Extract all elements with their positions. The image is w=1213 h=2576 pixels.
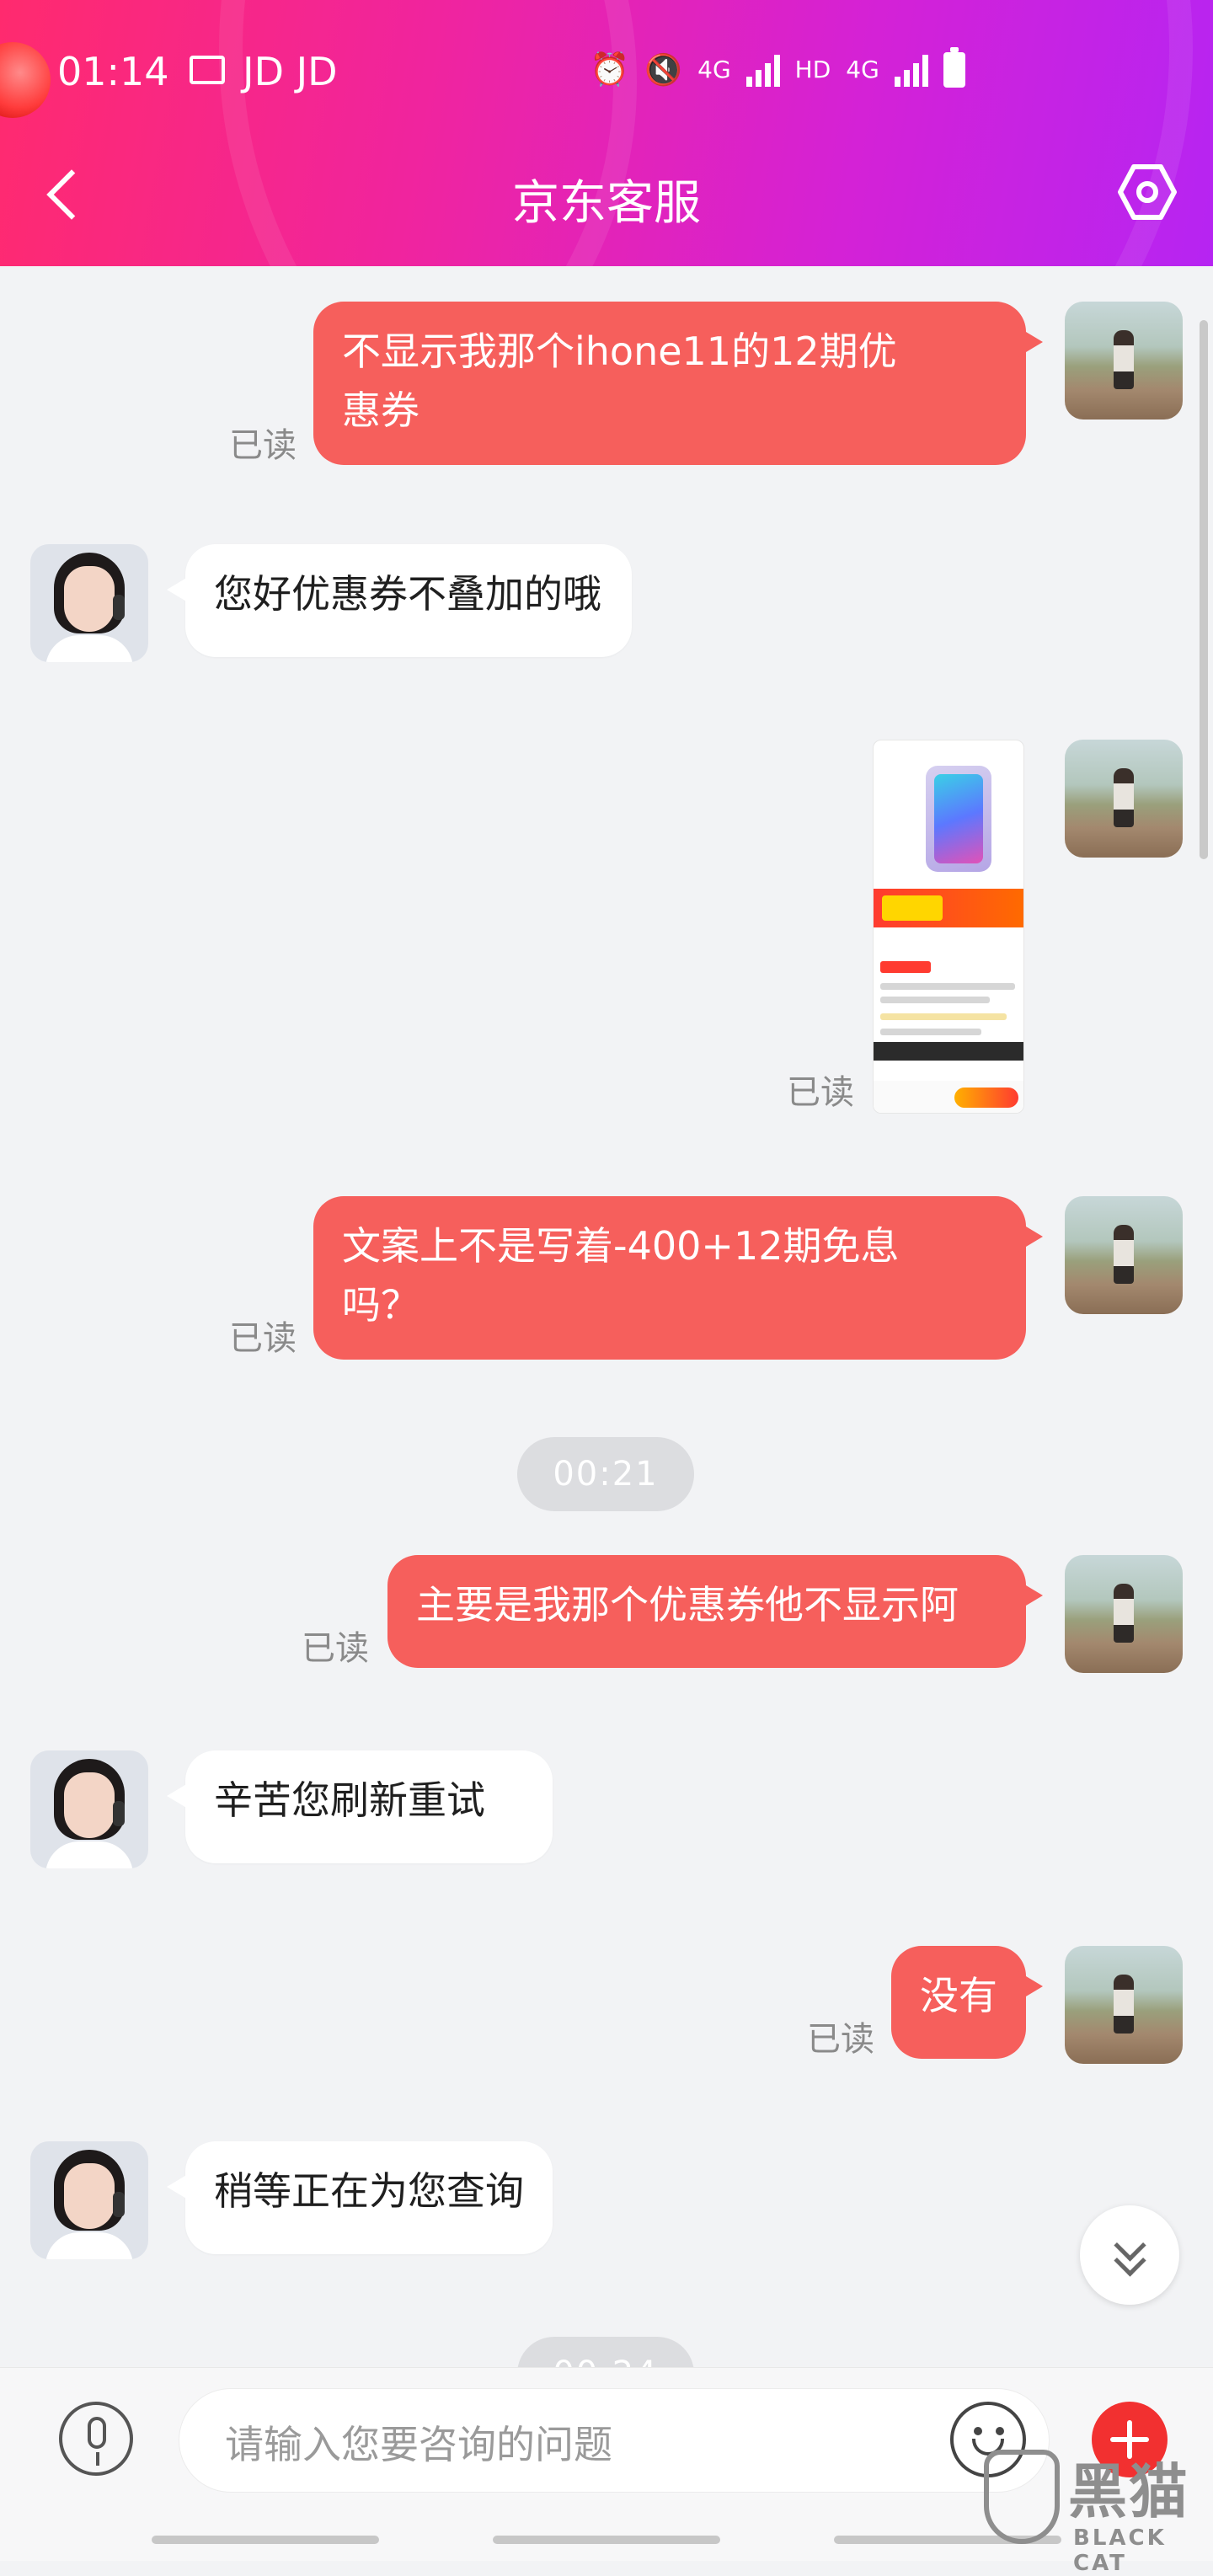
- watermark-subtext: BLACK CAT: [1073, 2525, 1167, 2576]
- network-type-2: 4G: [846, 56, 879, 83]
- agent-avatar[interactable]: [30, 2141, 148, 2259]
- text-line: [880, 997, 990, 1003]
- phone-screen: [934, 774, 983, 863]
- user-avatar[interactable]: [1065, 1555, 1183, 1673]
- product-screenshot-image[interactable]: [873, 740, 1024, 1114]
- gesture-handle[interactable]: [493, 2536, 720, 2544]
- signal-icon: [745, 53, 780, 87]
- gesture-handle[interactable]: [152, 2536, 379, 2544]
- user-avatar[interactable]: [1065, 1946, 1183, 2064]
- gallery-notification-icon: [190, 56, 225, 84]
- buy-button-image: [954, 1088, 1018, 1108]
- battery-icon: [943, 46, 965, 88]
- user-avatar[interactable]: [1065, 740, 1183, 858]
- message-text: 您好优惠券不叠加的哦: [214, 571, 601, 617]
- my-message-bubble[interactable]: 主要是我那个优惠券他不显示阿: [387, 1555, 1043, 1668]
- text-line: [880, 983, 1015, 990]
- status-time: 01:14: [57, 49, 169, 94]
- settings-hex-icon: [1118, 164, 1177, 220]
- timestamp-pill: 00:21: [517, 1437, 694, 1511]
- price-label: [880, 961, 931, 973]
- my-message-bubble[interactable]: 文案上不是写着-400+12期免息 吗？: [313, 1196, 1043, 1360]
- scroll-to-bottom-button[interactable]: [1080, 2205, 1179, 2305]
- emoji-eye: [974, 2427, 982, 2435]
- jd-notification-icon: [0, 42, 51, 118]
- input-placeholder: 请输入您要咨询的问题: [225, 2422, 612, 2467]
- watermark-text: 黑猫: [1068, 2457, 1189, 2526]
- my-message-bubble[interactable]: 不显示我那个ihone11的12期优 惠券: [313, 302, 1043, 465]
- blackcat-watermark: 黑猫 BLACK CAT: [984, 2443, 1213, 2576]
- status-bar: 01:14 JD JD ⏰ 🔇 4G HD 4G: [0, 42, 1213, 118]
- agent-avatar[interactable]: [30, 1750, 148, 1868]
- read-receipt: 已读: [807, 2020, 874, 2059]
- read-receipt: 已读: [229, 1319, 297, 1358]
- emoji-eye: [996, 2427, 1004, 2435]
- message-line: 文案上不是写着-400+12期免息: [342, 1223, 900, 1269]
- user-avatar[interactable]: [1065, 302, 1183, 420]
- message-text: 稍等正在为您查询: [214, 2168, 524, 2214]
- text-line: [880, 1013, 1007, 1020]
- agent-avatar[interactable]: [30, 544, 148, 662]
- header: 01:14 JD JD ⏰ 🔇 4G HD 4G 京东客服: [0, 0, 1213, 266]
- signal-icon-2: [894, 53, 928, 87]
- timestamp-pill: 00:24: [517, 2337, 694, 2367]
- page-title: 京东客服: [512, 176, 701, 231]
- promo-tag: [882, 895, 943, 921]
- message-line: 吗？: [342, 1282, 419, 1328]
- scrollbar[interactable]: [1200, 320, 1208, 859]
- user-avatar[interactable]: [1065, 1196, 1183, 1314]
- settings-button[interactable]: [1115, 160, 1179, 224]
- message-text: 辛苦您刷新重试: [214, 1777, 485, 1823]
- mute-icon: 🔇: [644, 52, 683, 88]
- text-line: [880, 1029, 981, 1035]
- agent-message-bubble[interactable]: 稍等正在为您查询: [167, 2141, 553, 2254]
- status-app-indicators: JD JD: [243, 49, 338, 94]
- alarm-icon: ⏰: [590, 51, 630, 88]
- message-line: 不显示我那个ihone11的12期优: [342, 329, 897, 374]
- message-text: 没有: [920, 1973, 997, 2018]
- network-type: 4G: [697, 56, 731, 83]
- message-text: 主要是我那个优惠券他不显示阿: [416, 1582, 959, 1627]
- voice-input-button[interactable]: [59, 2402, 133, 2476]
- read-receipt: 已读: [229, 426, 297, 465]
- message-input[interactable]: 请输入您要咨询的问题: [179, 2388, 1050, 2493]
- read-receipt: 已读: [787, 1073, 854, 1112]
- my-message-bubble[interactable]: 没有: [891, 1946, 1043, 2059]
- status-icons: ⏰ 🔇 4G HD 4G: [590, 46, 965, 88]
- read-receipt: 已读: [302, 1629, 369, 1668]
- chat-area[interactable]: 不显示我那个ihone11的12期优 惠券 已读 您好优惠券不叠加的哦 已读 文…: [0, 266, 1213, 2367]
- blackcat-logo-icon: [984, 2450, 1060, 2544]
- dark-strip: [874, 1042, 1023, 1061]
- message-line: 惠券: [342, 387, 419, 433]
- agent-message-bubble[interactable]: 您好优惠券不叠加的哦: [167, 544, 632, 657]
- hd-indicator: HD: [794, 56, 831, 83]
- agent-message-bubble[interactable]: 辛苦您刷新重试: [167, 1750, 553, 1863]
